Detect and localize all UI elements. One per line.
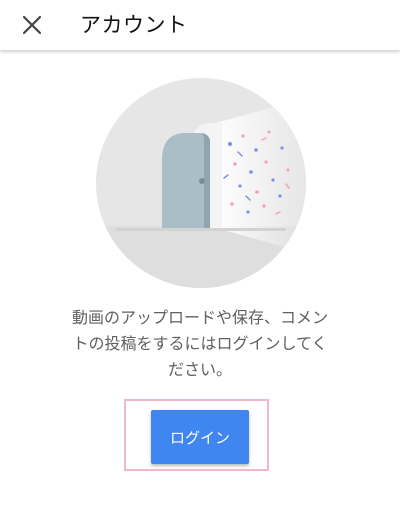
page-title: アカウント [80, 13, 188, 37]
app-bar: アカウント [0, 0, 400, 50]
message-line: 動画のアップロードや保存、コメン [71, 308, 328, 327]
close-button[interactable] [14, 7, 50, 43]
login-prompt-text: 動画のアップロードや保存、コメン トの投稿をするにはログインしてく ださい。 [40, 305, 360, 383]
close-icon [22, 15, 42, 35]
account-screen: アカウント 動画のアップロードや保存、コメン トの投稿をするにはログインしてく … [0, 0, 400, 507]
login-button[interactable]: ログイン [151, 410, 249, 464]
door-confetti-illustration [96, 78, 306, 288]
message-line: トの投稿をするにはログインしてく [72, 334, 328, 353]
message-line: ださい。 [167, 360, 232, 379]
